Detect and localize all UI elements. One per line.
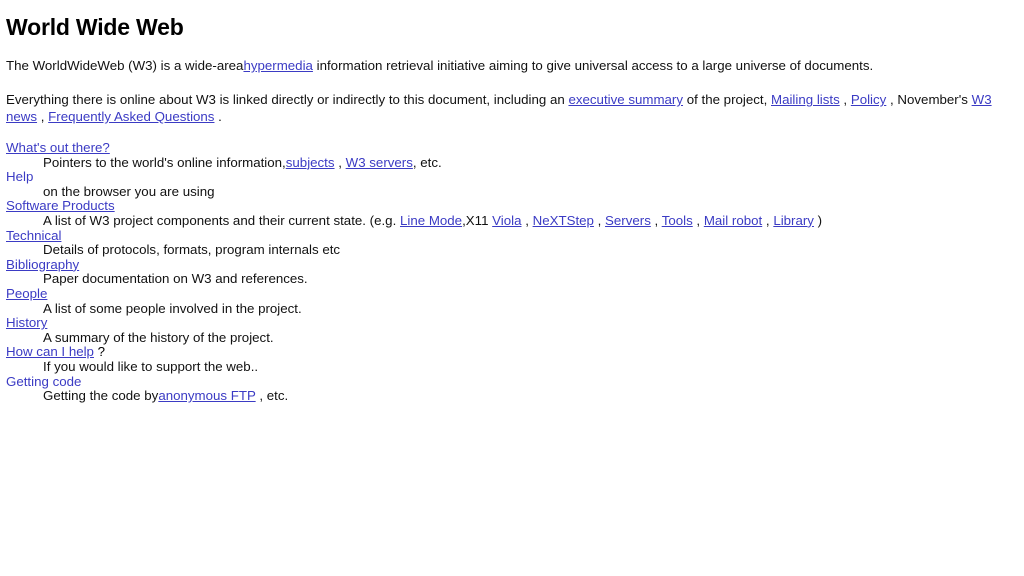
- desc-text-after: , etc.: [412, 154, 442, 170]
- link-viola[interactable]: Viola: [492, 213, 521, 228]
- link-executive-summary[interactable]: executive summary: [568, 92, 683, 107]
- link-servers[interactable]: Servers: [605, 213, 651, 228]
- desc-how-can-i-help: If you would like to support the web..: [43, 358, 1018, 375]
- link-software-products[interactable]: Software Products: [6, 198, 115, 214]
- desc-software-products: A list of W3 project components and thei…: [43, 212, 823, 228]
- desc-text: Pointers to the world's online informati…: [43, 154, 286, 170]
- desc-help: on the browser you are using: [43, 183, 1018, 200]
- term-technical: Technical: [6, 228, 1018, 244]
- term-how-can-i-help: How can I help ?: [6, 345, 1018, 360]
- link-bibliography[interactable]: Bibliography: [6, 257, 79, 272]
- intro-paragraph-2: Everything there is online about W3 is l…: [6, 91, 1018, 125]
- term-history: History: [6, 315, 1018, 331]
- desc-text-after: , etc.: [259, 388, 289, 404]
- term-people: People: [6, 286, 1018, 302]
- desc-text: Getting the code by: [43, 388, 159, 404]
- link-help[interactable]: Help: [6, 169, 33, 184]
- link-frequently-asked-questions[interactable]: Frequently Asked Questions: [48, 109, 214, 124]
- desc-technical: Details of protocols, formats, program i…: [43, 242, 1018, 258]
- desc-text: A summary of the history of the project.: [43, 329, 274, 345]
- link-nextstep[interactable]: NeXTStep: [533, 213, 594, 228]
- desc-bibliography: Paper documentation on W3 and references…: [43, 272, 1018, 287]
- term-software-products: Software Products: [6, 199, 1018, 214]
- term-suffix: ?: [97, 344, 106, 360]
- intro-p1-before: The WorldWideWeb (W3) is a wide-area: [6, 58, 244, 73]
- desc-text-after: ): [817, 212, 823, 228]
- desc-people: A list of some people involved in the pr…: [43, 300, 1018, 317]
- desc-text: If you would like to support the web..: [43, 358, 259, 374]
- link-mailing-lists[interactable]: Mailing lists: [771, 92, 840, 107]
- desc-x11: ,X11: [462, 212, 489, 228]
- desc-text: on the browser you are using: [43, 183, 215, 199]
- page-title: World Wide Web: [6, 14, 184, 40]
- intro-p2-sep2: , November's: [890, 92, 968, 107]
- desc-getting-code: Getting the code byanonymous FTP , etc.: [43, 388, 1018, 404]
- link-line-mode[interactable]: Line Mode: [400, 213, 462, 228]
- link-w3-servers[interactable]: W3 servers: [346, 155, 413, 170]
- link-history[interactable]: History: [6, 315, 47, 330]
- term-whats-out-there: What's out there?: [6, 140, 1018, 156]
- desc-text: A list of W3 project components and thei…: [43, 212, 397, 228]
- term-getting-code: Getting code: [6, 374, 1018, 390]
- desc-whats-out-there: Pointers to the world's online informati…: [43, 154, 1018, 171]
- link-technical[interactable]: Technical: [6, 228, 61, 243]
- intro-p2-sep3: ,: [40, 109, 45, 124]
- term-bibliography: Bibliography: [6, 257, 1018, 273]
- intro-p2-sep1: ,: [843, 92, 848, 107]
- link-people[interactable]: People: [6, 286, 47, 301]
- term-help: Help: [6, 169, 1018, 185]
- link-library[interactable]: Library: [773, 213, 814, 228]
- intro-p2-mid1: of the project,: [686, 92, 768, 107]
- desc-sep: ,: [338, 154, 342, 170]
- link-getting-code[interactable]: Getting code: [6, 374, 81, 389]
- intro-p2-after: .: [218, 109, 222, 124]
- link-mail-robot[interactable]: Mail robot: [704, 213, 762, 228]
- index-definition-list: What's out there? Pointers to the world'…: [6, 140, 1018, 404]
- link-policy[interactable]: Policy: [851, 92, 886, 107]
- intro-paragraph-1: The WorldWideWeb (W3) is a wide-areahype…: [6, 57, 1018, 74]
- link-how-can-i-help[interactable]: How can I help: [6, 344, 94, 360]
- link-anonymous-ftp[interactable]: anonymous FTP: [158, 388, 255, 403]
- link-whats-out-there[interactable]: What's out there?: [6, 140, 110, 155]
- desc-text: A list of some people involved in the pr…: [43, 300, 302, 316]
- link-hypermedia[interactable]: hypermedia: [243, 58, 312, 73]
- intro-p2-before: Everything there is online about W3 is l…: [6, 92, 565, 107]
- link-tools[interactable]: Tools: [662, 213, 693, 228]
- desc-text: Details of protocols, formats, program i…: [43, 242, 341, 258]
- intro-p1-after: information retrieval initiative aiming …: [316, 58, 874, 73]
- document-body: World Wide Web The WorldWideWeb (W3) is …: [0, 0, 1024, 404]
- desc-text: Paper documentation on W3 and references…: [43, 271, 308, 287]
- link-subjects[interactable]: subjects: [286, 155, 335, 170]
- desc-history: A summary of the history of the project.: [43, 329, 1018, 346]
